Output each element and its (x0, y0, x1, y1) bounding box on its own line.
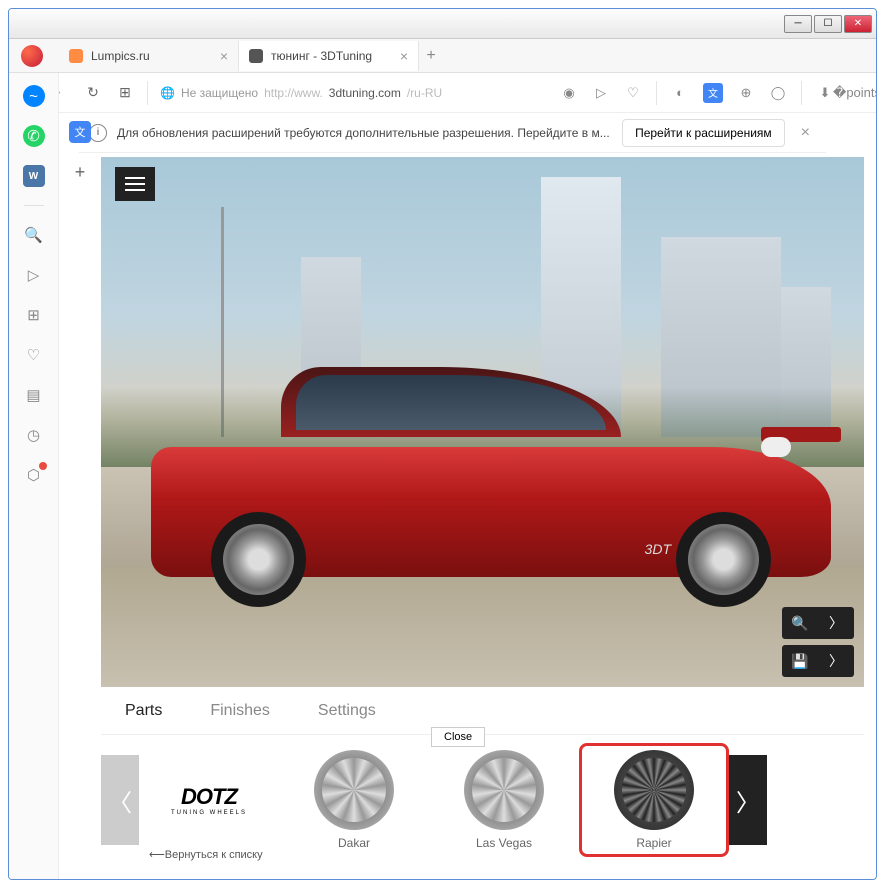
whatsapp-icon[interactable]: ✆ (23, 125, 45, 147)
info-close-icon[interactable]: × (795, 124, 816, 142)
page-content: 3DT 🔍 〉 💾 〉 Parts Finishes Settings (101, 157, 864, 867)
zoom-controls: 🔍 〉 (782, 607, 854, 639)
speed-dial-button[interactable]: ⊞ (115, 83, 135, 103)
browser-tabs: Lumpics.ru × тюнинг - 3DTuning × + (9, 39, 876, 73)
messenger-icon[interactable]: ~ (23, 85, 45, 107)
tab-3dtuning[interactable]: тюнинг - 3DTuning × (239, 41, 419, 71)
tab-favicon-icon (69, 49, 83, 63)
brand-name: DOTZ (139, 784, 279, 810)
camera-icon[interactable]: ◉ (560, 84, 578, 102)
extension-info-bar: i Для обновления расширений требуются до… (79, 113, 826, 153)
tab-lumpics[interactable]: Lumpics.ru × (59, 41, 239, 71)
info-icon: i (89, 124, 107, 142)
close-panel-button[interactable]: Close (431, 727, 485, 747)
carousel-next-button[interactable]: 〉 (729, 755, 767, 845)
news-icon[interactable]: ▤ (23, 384, 45, 406)
new-tab-button[interactable]: + (419, 44, 443, 68)
goto-extensions-button[interactable]: Перейти к расширениям (622, 119, 785, 147)
parts-panel: Parts Finishes Settings Close 〈 DOTZ TUN… (101, 687, 864, 865)
info-message: Для обновления расширений требуются допо… (117, 126, 610, 140)
opera-logo-icon[interactable] (21, 45, 43, 67)
brand-subtitle: TUNING WHEELS (139, 810, 279, 816)
tab-title: тюнинг - 3DTuning (271, 49, 372, 63)
car-model: 3DT (151, 407, 831, 607)
save-button[interactable]: 💾 (782, 645, 818, 677)
wheel-label: Rapier (636, 836, 671, 850)
tab-close-icon[interactable]: × (400, 48, 408, 64)
brand-logo[interactable]: DOTZ TUNING WHEELS (139, 784, 279, 816)
wheel-label: Las Vegas (476, 836, 532, 850)
hamburger-menu-button[interactable] (115, 167, 155, 201)
back-to-list-link[interactable]: ⟵Вернуться к списку (149, 848, 263, 861)
translate-badge-icon[interactable]: 文 (69, 121, 91, 143)
tab-title: Lumpics.ru (91, 49, 150, 63)
wheel-carousel: 〈 DOTZ TUNING WHEELS Dakar Las Vegas Rap… (101, 735, 864, 865)
heart-icon[interactable]: ♡ (624, 84, 642, 102)
zoom-in-button[interactable]: 🔍 (782, 607, 818, 639)
heart-sidebar-icon[interactable]: ♡ (23, 344, 45, 366)
tab-finishes[interactable]: Finishes (186, 687, 294, 734)
car-viewport[interactable]: 3DT 🔍 〉 💾 〉 (101, 157, 864, 687)
send-sidebar-icon[interactable]: ▷ (23, 264, 45, 286)
wheel-option-dakar[interactable]: Dakar (279, 750, 429, 850)
profile-icon[interactable]: ◯ (769, 84, 787, 102)
shield-icon[interactable]: ◐ (671, 84, 689, 102)
globe-icon: 🌐 (160, 86, 175, 100)
left-sidebar: ~ ✆ W 🔍 ▷ ⊞ ♡ ▤ ◷ ⬡ (9, 73, 59, 879)
reload-button[interactable]: ↻ (83, 83, 103, 103)
minimize-button[interactable]: ─ (784, 15, 812, 33)
download-icon[interactable]: ⬇ (816, 84, 834, 102)
titlebar: ─ ☐ ✕ (9, 9, 876, 39)
save-controls: 💾 〉 (782, 645, 854, 677)
menu-icon[interactable]: �points (848, 84, 866, 102)
url-path: /ru-RU (407, 86, 442, 100)
wheel-option-rapier[interactable]: Rapier (579, 743, 729, 857)
panel-tabs: Parts Finishes Settings Close (101, 687, 864, 735)
extension-icon[interactable]: ⊕ (737, 84, 755, 102)
wheel-option-lasvegas[interactable]: Las Vegas (429, 750, 579, 850)
zoom-next-button[interactable]: 〉 (818, 607, 854, 639)
maximize-button[interactable]: ☐ (814, 15, 842, 33)
send-icon[interactable]: ▷ (592, 84, 610, 102)
history-icon[interactable]: ◷ (23, 424, 45, 446)
url-host: 3dtuning.com (329, 86, 401, 100)
address-bar: 〈 〉 ↻ ⊞ 🌐 Не защищено http://www.3dtunin… (9, 73, 876, 113)
security-label: Не защищено (181, 86, 258, 100)
add-workspace-button[interactable]: + (69, 161, 91, 183)
url-prefix: http://www. (264, 86, 323, 100)
car-badge-label: 3DT (645, 541, 671, 557)
tab-settings[interactable]: Settings (294, 687, 400, 734)
tab-close-icon[interactable]: × (220, 48, 228, 64)
translate-icon[interactable]: 文 (703, 83, 723, 103)
apps-icon[interactable]: ⊞ (23, 304, 45, 326)
search-icon[interactable]: 🔍 (23, 224, 45, 246)
tab-favicon-icon (249, 49, 263, 63)
carousel-prev-button[interactable]: 〈 (101, 755, 139, 845)
save-next-button[interactable]: 〉 (818, 645, 854, 677)
close-window-button[interactable]: ✕ (844, 15, 872, 33)
browser-window: ─ ☐ ✕ Lumpics.ru × тюнинг - 3DTuning × +… (8, 8, 877, 880)
tab-parts[interactable]: Parts (101, 687, 186, 734)
url-input[interactable]: 🌐 Не защищено http://www. 3dtuning.com/ru… (160, 86, 442, 100)
package-icon[interactable]: ⬡ (23, 464, 45, 486)
vk-icon[interactable]: W (23, 165, 45, 187)
wheel-label: Dakar (338, 836, 370, 850)
